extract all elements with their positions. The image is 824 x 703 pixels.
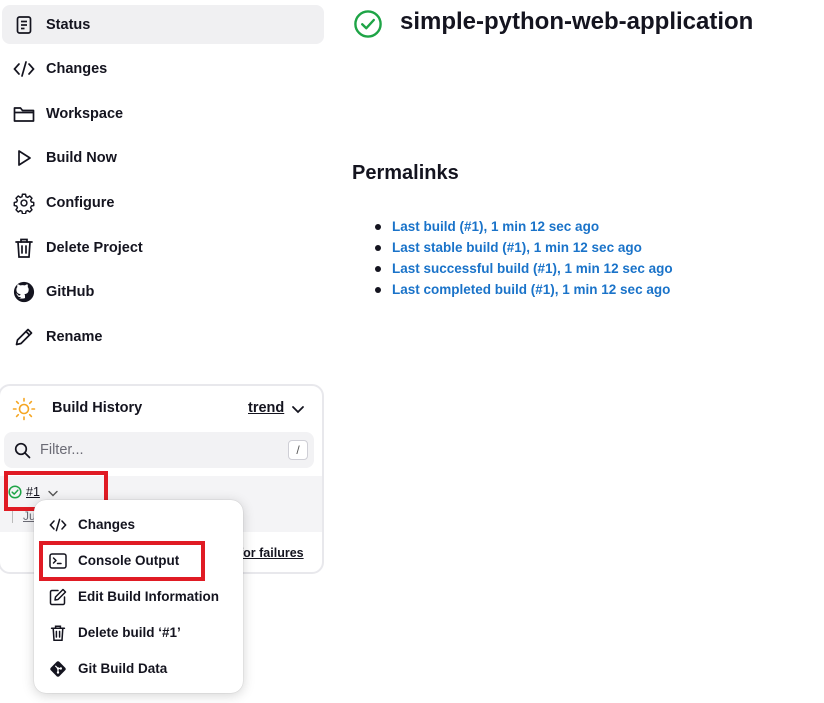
menu-item-label: Edit Build Information xyxy=(78,589,219,604)
menu-item-label: Git Build Data xyxy=(78,661,168,676)
menu-item-label: Changes xyxy=(78,517,136,532)
permalink-last-stable-build[interactable]: Last stable build (#1), 1 min 12 sec ago xyxy=(392,240,642,255)
build-history-title: Build History xyxy=(52,400,143,416)
keyboard-shortcut-hint: / xyxy=(288,440,308,460)
trash-icon xyxy=(12,236,36,260)
sidebar-item-status[interactable]: Status xyxy=(2,5,324,44)
sidebar-item-workspace[interactable]: Workspace xyxy=(2,94,324,133)
sidebar-item-delete-project[interactable]: Delete Project xyxy=(2,228,324,267)
sidebar-item-rename[interactable]: Rename xyxy=(2,317,324,356)
code-icon xyxy=(49,516,67,534)
permalinks-heading: Permalinks xyxy=(352,162,459,184)
folder-icon xyxy=(12,102,36,126)
trash-icon xyxy=(49,624,67,642)
chevron-down-icon[interactable] xyxy=(290,401,306,422)
permalink-last-build[interactable]: Last build (#1), 1 min 12 sec ago xyxy=(392,219,599,234)
atom-feed-failures-link[interactable]: for failures xyxy=(239,546,304,560)
sidebar-item-github[interactable]: GitHub xyxy=(2,272,324,311)
list-item: Last completed build (#1), 1 min 12 sec … xyxy=(372,279,673,300)
list-item: Last stable build (#1), 1 min 12 sec ago xyxy=(372,237,673,258)
pencil-icon xyxy=(12,325,36,349)
list-item: Last build (#1), 1 min 12 sec ago xyxy=(372,216,673,237)
sidebar-item-configure[interactable]: Configure xyxy=(2,183,324,222)
sidebar-item-label: Rename xyxy=(46,328,103,345)
sun-icon xyxy=(12,397,36,426)
build-filter: / xyxy=(4,432,314,468)
edit-icon xyxy=(49,588,67,606)
status-icon xyxy=(12,13,36,37)
git-icon xyxy=(49,660,67,678)
github-icon xyxy=(12,280,36,304)
code-icon xyxy=(12,57,36,81)
menu-item-delete-build[interactable]: Delete build ‘#1’ xyxy=(34,616,243,650)
build-context-menu: Changes Console Output Edit Build Inform… xyxy=(34,500,243,693)
menu-item-git-build-data[interactable]: Git Build Data xyxy=(34,652,243,686)
highlight-console-output xyxy=(39,541,205,581)
gear-icon xyxy=(12,191,36,215)
sidebar-item-label: Workspace xyxy=(46,105,124,122)
menu-item-edit-build-information[interactable]: Edit Build Information xyxy=(34,580,243,614)
permalink-last-successful-build[interactable]: Last successful build (#1), 1 min 12 sec… xyxy=(392,261,673,276)
sidebar-item-changes[interactable]: Changes xyxy=(2,49,324,88)
list-item: Last successful build (#1), 1 min 12 sec… xyxy=(372,258,673,279)
trend-link[interactable]: trend xyxy=(248,400,284,416)
sidebar-item-label: Changes xyxy=(46,60,108,77)
play-icon xyxy=(12,146,36,170)
sidebar-item-label: Build Now xyxy=(46,149,117,166)
build-timestamp[interactable]: Ju xyxy=(12,509,36,523)
permalink-last-completed-build[interactable]: Last completed build (#1), 1 min 12 sec … xyxy=(392,282,670,297)
build-success-icon xyxy=(353,9,383,44)
sidebar-item-label: GitHub xyxy=(46,283,95,300)
menu-item-changes[interactable]: Changes xyxy=(34,508,243,542)
sidebar-item-label: Configure xyxy=(46,194,115,211)
sidebar-item-build-now[interactable]: Build Now xyxy=(2,138,324,177)
search-icon xyxy=(14,442,31,464)
sidebar-item-label: Delete Project xyxy=(46,239,143,256)
page-title: simple-python-web-application xyxy=(400,8,754,35)
menu-item-label: Delete build ‘#1’ xyxy=(78,625,181,640)
sidebar-item-label: Status xyxy=(46,16,91,33)
permalinks-list: Last build (#1), 1 min 12 sec ago Last s… xyxy=(372,216,673,300)
filter-input[interactable] xyxy=(40,438,270,462)
